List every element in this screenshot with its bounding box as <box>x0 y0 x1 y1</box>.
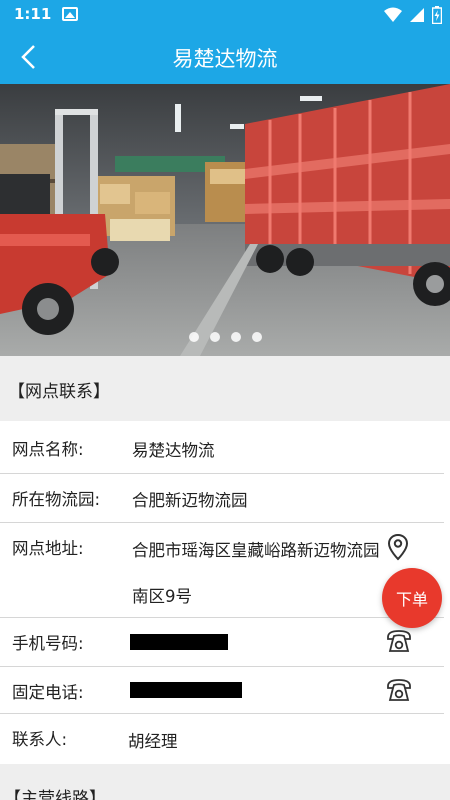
field-value-line1: 合肥市瑶海区皇藏峪路新迈物流园 <box>132 541 380 560</box>
image-notification-icon <box>62 7 78 21</box>
field-label: 手机号码: <box>12 634 84 653</box>
info-row-mobile: 手机号码: <box>0 618 450 667</box>
section-title: 【主营线路】 <box>4 789 106 800</box>
field-label: 网点名称: <box>12 440 84 459</box>
field-label: 固定电话: <box>12 683 84 702</box>
section-header-routes: 【主营线路】 <box>0 776 450 800</box>
phone-icon <box>387 679 411 701</box>
wifi-icon <box>384 7 402 22</box>
field-value: 合肥新迈物流园 <box>132 491 248 510</box>
battery-icon <box>432 6 442 24</box>
carousel-dot[interactable] <box>251 332 262 342</box>
carousel-dot[interactable] <box>230 332 241 342</box>
info-row-contact-person: 联系人: 胡经理 <box>0 714 450 764</box>
field-label: 联系人: <box>12 730 68 749</box>
status-time: 1:11 <box>14 5 52 23</box>
phone-icon <box>387 630 411 652</box>
field-label: 网点地址: <box>12 539 84 558</box>
info-row-branch-name: 网点名称: 易楚达物流 <box>0 421 450 474</box>
carousel-indicator <box>0 332 450 342</box>
field-value-line2: 南区9号 <box>132 587 192 606</box>
warehouse-photo <box>0 84 450 356</box>
page-title: 易楚达物流 <box>172 47 278 71</box>
status-bar: 1:11 <box>0 0 450 30</box>
place-order-button[interactable]: 下单 <box>382 568 442 628</box>
section-header-contact: 【网点联系】 <box>0 367 450 411</box>
info-row-landline: 固定电话: <box>0 667 450 714</box>
photo-carousel[interactable] <box>0 84 450 356</box>
section-gap <box>0 764 450 776</box>
section-title: 【网点联系】 <box>8 382 110 402</box>
app-bar: 易楚达物流 <box>0 30 450 84</box>
system-icons <box>384 6 442 24</box>
location-pin-icon <box>387 533 409 561</box>
field-value: 易楚达物流 <box>132 441 215 460</box>
call-landline-button[interactable] <box>385 677 413 707</box>
carousel-dot[interactable] <box>188 332 199 342</box>
section-gap <box>0 411 450 421</box>
redacted-phone <box>130 634 228 650</box>
carousel-dot[interactable] <box>209 332 220 342</box>
field-label: 所在物流园: <box>12 490 101 509</box>
location-button[interactable] <box>387 533 409 565</box>
field-value: 胡经理 <box>128 732 178 751</box>
call-mobile-button[interactable] <box>385 628 413 658</box>
redacted-phone <box>130 682 242 698</box>
cell-signal-icon <box>410 8 424 22</box>
info-row-logistics-park: 所在物流园: 合肥新迈物流园 <box>0 474 450 523</box>
